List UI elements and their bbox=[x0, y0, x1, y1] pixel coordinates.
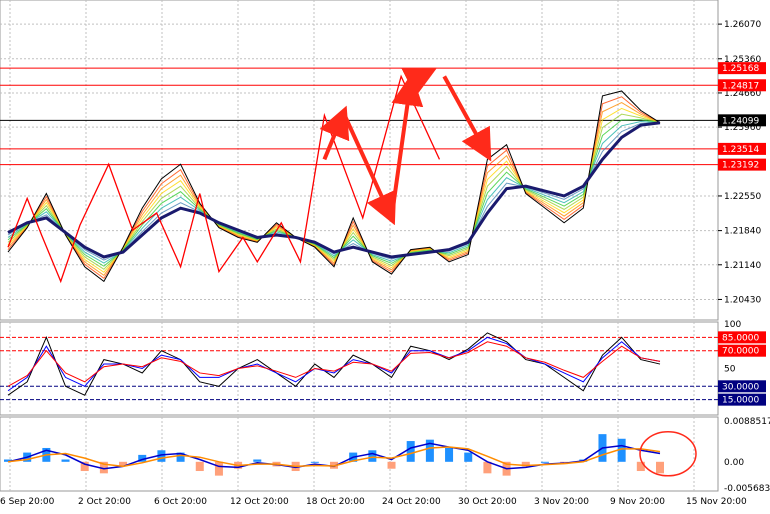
oscillator-panel bbox=[0, 321, 719, 416]
price-level-label: 1.25168 bbox=[722, 64, 759, 74]
macd-bar bbox=[387, 461, 396, 469]
x-tick-label: 6 Oct 20:00 bbox=[154, 497, 207, 507]
macd-bar bbox=[195, 461, 204, 472]
price-tick-label: 1.21140 bbox=[724, 261, 761, 271]
x-tick-label: 18 Oct 20:00 bbox=[306, 497, 365, 507]
oscillator-tick-label: 100 bbox=[724, 320, 741, 330]
price-tick-label: 1.21840 bbox=[724, 227, 761, 237]
macd-tick-label: 0.00 bbox=[724, 458, 744, 468]
price-level-label: 1.23192 bbox=[722, 161, 759, 171]
macd-tick-label: -0.005683 bbox=[724, 484, 770, 494]
price-tick-label: 1.26070 bbox=[724, 20, 761, 30]
macd-panel-frame bbox=[0, 416, 719, 492]
oscillator-tick-label: 50 bbox=[724, 365, 736, 375]
x-tick-label: 9 Nov 20:00 bbox=[610, 497, 665, 507]
trading-chart: 6 Sep 20:00 2 Oct 20:00 6 Oct 20:00 12 Oct … bbox=[0, 0, 770, 507]
macd-bar bbox=[253, 459, 262, 462]
macd-bar bbox=[406, 441, 415, 462]
macd-bar bbox=[636, 461, 645, 472]
oscillator-level-label: 30.0000 bbox=[722, 382, 759, 392]
oscillator-level-label: 15.0000 bbox=[722, 396, 759, 406]
x-tick-label: 15 Nov 20:00 bbox=[686, 497, 747, 507]
x-tick-label: 2 Oct 20:00 bbox=[78, 497, 131, 507]
oscillator-level-label: 85.0000 bbox=[722, 333, 759, 343]
x-tick-label: 30 Oct 20:00 bbox=[458, 497, 517, 507]
price-level-label: 1.24099 bbox=[722, 116, 759, 126]
macd-bar bbox=[656, 461, 664, 474]
macd-bar bbox=[464, 452, 473, 462]
x-tick-label: 3 Nov 20:00 bbox=[534, 497, 589, 507]
macd-bar bbox=[540, 461, 549, 463]
price-tick-label: 1.22550 bbox=[724, 192, 761, 202]
macd-tick-label: 0.0088517 bbox=[724, 417, 770, 427]
price-level-label: 1.23514 bbox=[722, 145, 759, 155]
macd-bar bbox=[310, 461, 319, 463]
chart-stage: 6 Sep 20:00 2 Oct 20:00 6 Oct 20:00 12 Oct … bbox=[0, 0, 770, 510]
macd-bar bbox=[368, 450, 377, 462]
oscillator-level-label: 70.0000 bbox=[722, 347, 759, 357]
oscillator-panel-frame bbox=[0, 321, 719, 416]
macd-panel bbox=[0, 416, 719, 492]
macd-bar bbox=[445, 447, 454, 462]
x-tick-label: 12 Oct 20:00 bbox=[230, 497, 289, 507]
macd-bar bbox=[61, 459, 70, 462]
x-tick-label: 6 Sep 20:00 bbox=[0, 497, 55, 507]
price-level-label: 1.24817 bbox=[722, 81, 759, 91]
x-tick-label: 24 Oct 20:00 bbox=[382, 497, 441, 507]
macd-bar bbox=[214, 461, 223, 476]
price-tick-label: 1.20430 bbox=[724, 295, 761, 305]
